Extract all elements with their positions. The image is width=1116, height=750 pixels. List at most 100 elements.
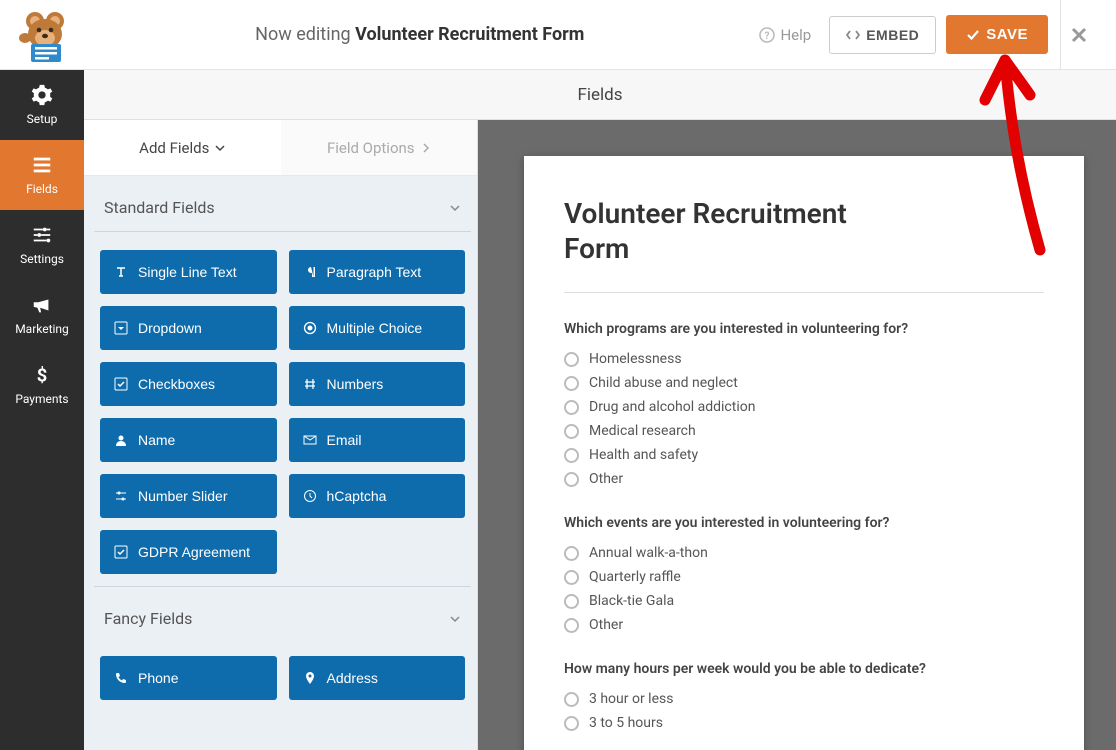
option-row[interactable]: Drug and alcohol addiction (564, 399, 1044, 415)
option-row[interactable]: 3 to 5 hours (564, 715, 1044, 731)
check-square-icon (114, 545, 128, 559)
form-name: Volunteer Recruitment Form (355, 24, 584, 45)
tab-add-fields[interactable]: Add Fields (84, 120, 281, 175)
options-list: Annual walk-a-thon Quarterly raffle Blac… (564, 545, 1044, 633)
sliders-icon (114, 489, 128, 503)
question-block: Which events are you interested in volun… (564, 515, 1044, 633)
radio-icon (564, 448, 579, 463)
options-list: 3 hour or less 3 to 5 hours (564, 691, 1044, 731)
field-number-slider[interactable]: Number Slider (100, 474, 277, 518)
close-button[interactable] (1060, 0, 1096, 70)
logo (10, 8, 80, 62)
chevron-down-icon (449, 202, 461, 214)
svg-text:$: $ (37, 365, 48, 386)
columns: Add Fields Field Options Standard Fields (84, 120, 1116, 750)
option-row[interactable]: Homelessness (564, 351, 1044, 367)
field-gdpr-agreement[interactable]: GDPR Agreement (100, 530, 277, 574)
form-preview[interactable]: Volunteer Recruitment Form Which program… (524, 156, 1084, 750)
option-row[interactable]: 3 hour or less (564, 691, 1044, 707)
tab-label: Add Fields (139, 139, 209, 157)
editing-prefix: Now editing (255, 24, 350, 45)
nav-fields[interactable]: Fields (0, 140, 84, 210)
nav-settings[interactable]: Settings (0, 210, 84, 280)
right-column: Fields Add Fields Field Options (84, 70, 1116, 750)
embed-button[interactable]: EMBED (829, 16, 936, 54)
field-single-line-text[interactable]: Single Line Text (100, 250, 277, 294)
radio-icon (564, 424, 579, 439)
radio-icon (564, 546, 579, 561)
sliders-icon (31, 224, 53, 246)
header-strip-label: Fields (577, 85, 622, 105)
question-label: Which programs are you interested in vol… (564, 321, 1044, 337)
field-name[interactable]: Name (100, 418, 277, 462)
option-row[interactable]: Annual walk-a-thon (564, 545, 1044, 561)
bullhorn-icon (31, 294, 53, 316)
field-checkboxes[interactable]: Checkboxes (100, 362, 277, 406)
field-address[interactable]: Address (289, 656, 466, 700)
user-icon (114, 433, 128, 447)
preview-area: Volunteer Recruitment Form Which program… (478, 120, 1116, 750)
option-row[interactable]: Medical research (564, 423, 1044, 439)
main: Setup Fields Settings Marketing $ Paymen… (0, 70, 1116, 750)
option-row[interactable]: Child abuse and neglect (564, 375, 1044, 391)
chevron-down-icon (449, 613, 461, 625)
section-fancy-fields[interactable]: Fancy Fields (94, 586, 471, 642)
map-pin-icon (303, 671, 317, 685)
radio-icon (564, 400, 579, 415)
shield-icon (303, 489, 317, 503)
radio-icon (564, 472, 579, 487)
field-numbers[interactable]: Numbers (289, 362, 466, 406)
embed-label: EMBED (866, 27, 919, 43)
fields-panel: Add Fields Field Options Standard Fields (84, 120, 478, 750)
panel-tabs: Add Fields Field Options (84, 120, 477, 176)
nav-setup[interactable]: Setup (0, 70, 84, 140)
tab-label: Field Options (327, 139, 415, 157)
paragraph-icon (303, 265, 317, 279)
field-paragraph-text[interactable]: Paragraph Text (289, 250, 466, 294)
save-button[interactable]: SAVE (946, 15, 1048, 54)
field-hcaptcha[interactable]: hCaptcha (289, 474, 466, 518)
tab-field-options[interactable]: Field Options (281, 120, 478, 175)
option-row[interactable]: Black-tie Gala (564, 593, 1044, 609)
left-nav: Setup Fields Settings Marketing $ Paymen… (0, 70, 84, 750)
question-block: Which programs are you interested in vol… (564, 321, 1044, 487)
standard-fields-grid: Single Line Text Paragraph Text Dropdown… (94, 250, 471, 574)
section-title: Fancy Fields (104, 609, 192, 628)
radio-icon (564, 352, 579, 367)
close-icon (1070, 26, 1088, 44)
nav-label: Payments (15, 392, 68, 406)
hash-icon (303, 377, 317, 391)
nav-marketing[interactable]: Marketing (0, 280, 84, 350)
topbar: Now editing Volunteer Recruitment Form ?… (0, 0, 1116, 70)
phone-icon (114, 671, 128, 685)
section-standard-fields[interactable]: Standard Fields (94, 176, 471, 232)
nav-payments[interactable]: $ Payments (0, 350, 84, 420)
svg-text:?: ? (765, 31, 770, 42)
check-icon (966, 28, 980, 42)
option-row[interactable]: Other (564, 617, 1044, 633)
option-row[interactable]: Health and safety (564, 447, 1044, 463)
option-row[interactable]: Other (564, 471, 1044, 487)
field-email[interactable]: Email (289, 418, 466, 462)
preview-form-title: Volunteer Recruitment Form (564, 196, 884, 266)
field-dropdown[interactable]: Dropdown (100, 306, 277, 350)
help-link[interactable]: ? Help (759, 26, 811, 44)
save-label: SAVE (986, 26, 1028, 43)
help-icon: ? (759, 27, 775, 43)
panel-body[interactable]: Standard Fields Single Line Text Paragra… (84, 176, 477, 750)
nav-label: Marketing (15, 322, 69, 336)
chevron-down-icon (215, 143, 225, 153)
help-label: Help (780, 26, 811, 44)
dollar-icon: $ (31, 364, 53, 386)
radio-icon (564, 570, 579, 585)
page-title: Now editing Volunteer Recruitment Form (80, 24, 759, 45)
nav-label: Fields (26, 182, 58, 196)
field-phone[interactable]: Phone (100, 656, 277, 700)
code-icon (846, 28, 860, 42)
radio-icon (564, 692, 579, 707)
option-row[interactable]: Quarterly raffle (564, 569, 1044, 585)
field-multiple-choice[interactable]: Multiple Choice (289, 306, 466, 350)
caret-down-icon (114, 321, 128, 335)
nav-label: Settings (20, 252, 64, 266)
question-block: How many hours per week would you be abl… (564, 661, 1044, 731)
